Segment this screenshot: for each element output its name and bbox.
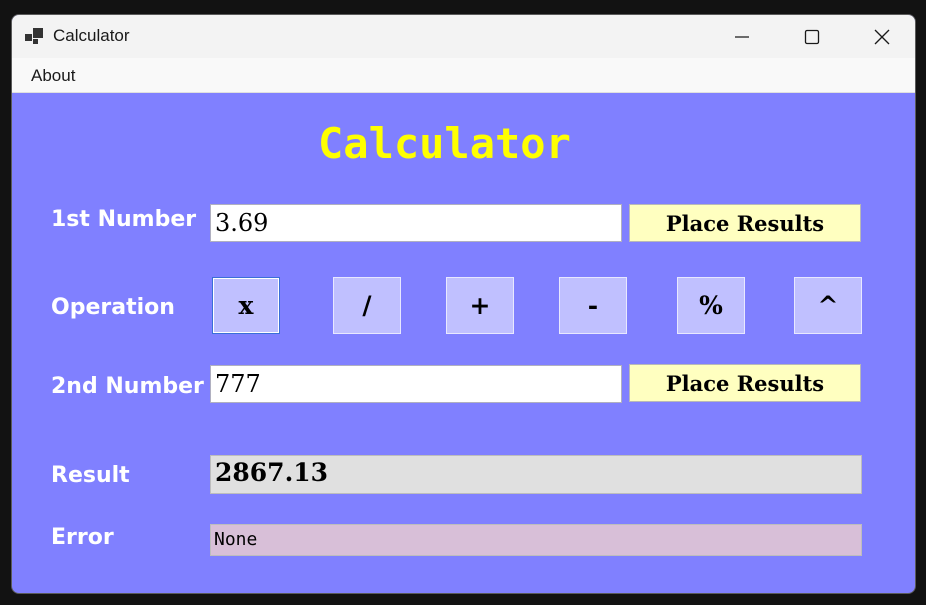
app-window-icon [25,28,43,44]
maximize-icon [804,29,820,44]
maximize-button[interactable] [777,15,847,58]
second-number-label: 2nd Number [51,374,204,399]
power-button[interactable]: ^ [794,277,862,334]
second-number-input[interactable] [210,365,622,403]
calculator-heading: Calculator [318,119,571,168]
operation-label: Operation [51,295,175,320]
window-title: Calculator [53,26,130,45]
result-label: Result [51,463,130,488]
minimize-icon [735,35,749,38]
menu-bar: About [12,58,915,93]
add-button[interactable]: + [446,277,514,334]
multiply-button[interactable]: x [212,277,280,334]
place-results-button-first[interactable]: Place Results [629,204,861,242]
minimize-button[interactable] [707,15,777,58]
result-display: 2867.13 [210,455,862,494]
error-display: None [210,524,862,556]
calculator-window: Calculator About Calculator 1st Number P… [11,14,916,594]
subtract-button[interactable]: - [559,277,627,334]
close-icon [874,29,890,44]
divide-button[interactable]: / [333,277,401,334]
close-button[interactable] [847,15,915,58]
first-number-label: 1st Number [51,207,197,232]
first-number-input[interactable] [210,204,622,242]
error-label: Error [51,525,114,550]
place-results-button-second[interactable]: Place Results [629,364,861,402]
title-bar[interactable]: Calculator [12,15,915,58]
menu-item-about[interactable]: About [31,66,75,86]
modulo-button[interactable]: % [677,277,745,334]
